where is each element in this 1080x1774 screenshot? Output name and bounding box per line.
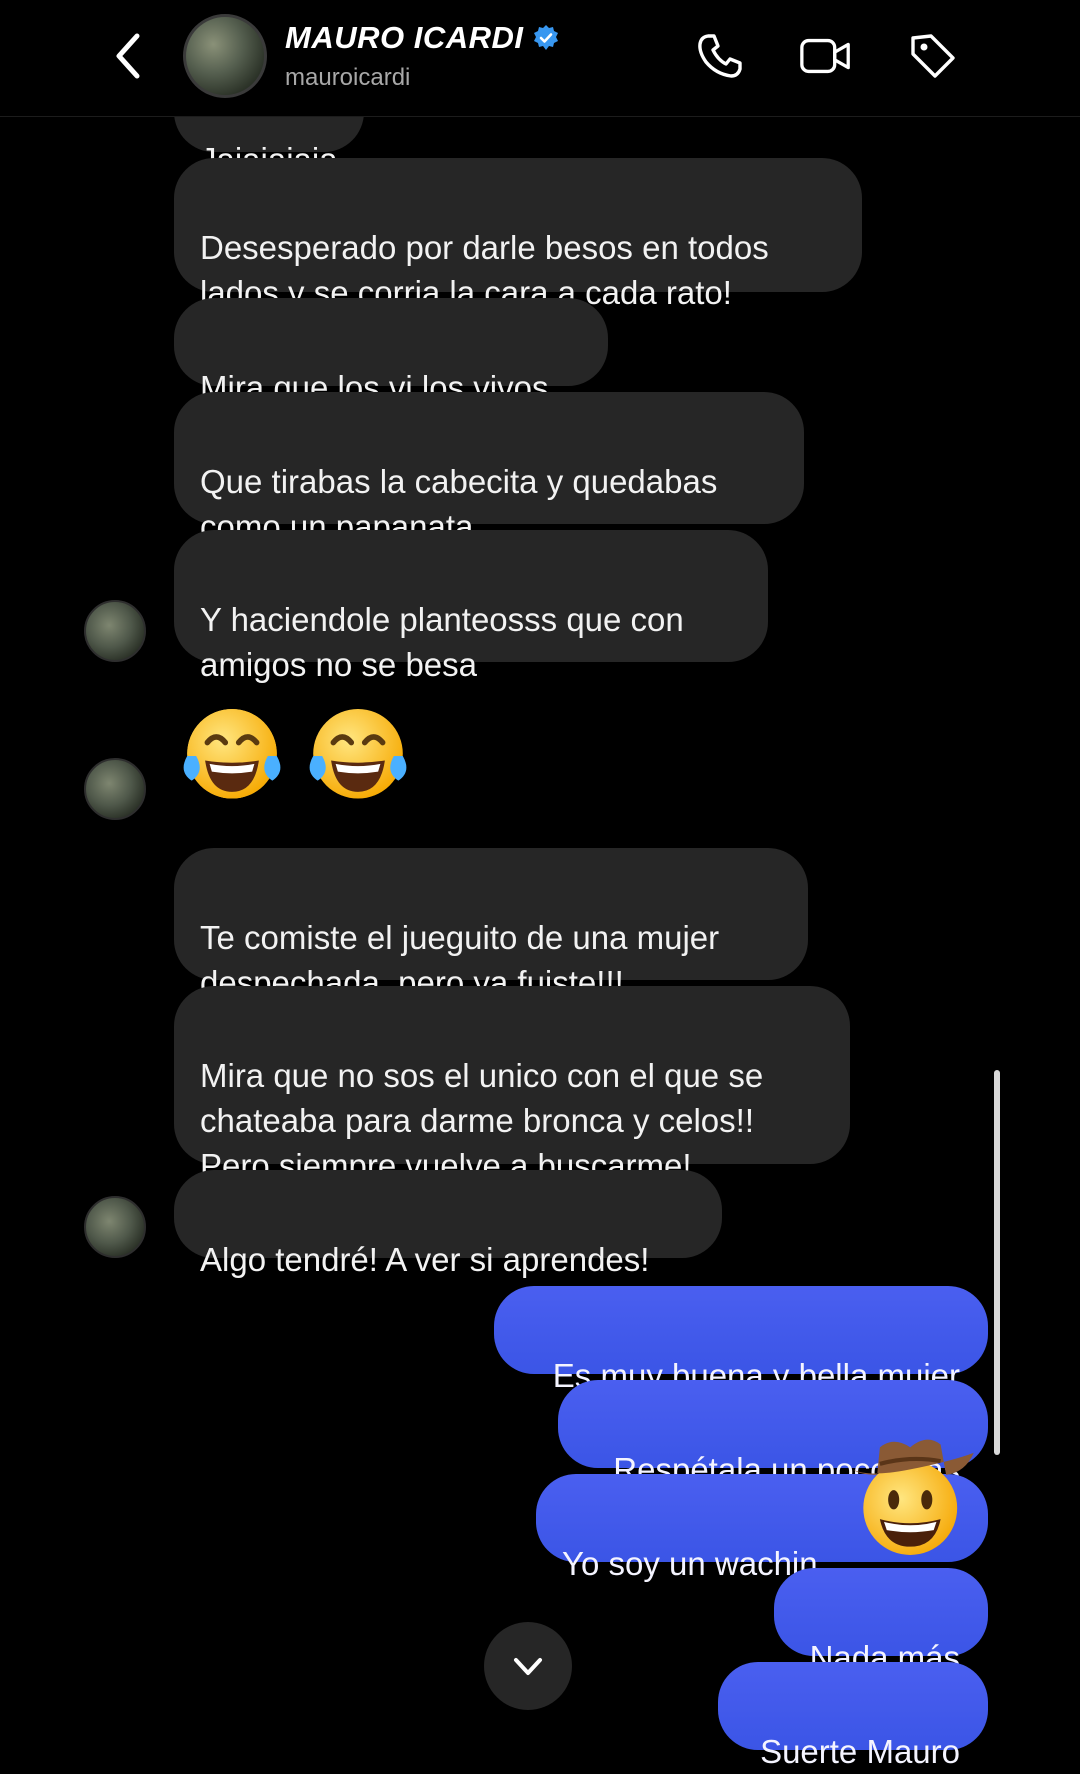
phone-icon (698, 34, 742, 78)
incoming-message[interactable]: Mira que los vi los vivos (174, 298, 608, 406)
message-text: Algo tendré! A ver si aprendes! (200, 1241, 650, 1278)
profile-avatar[interactable] (183, 14, 267, 98)
tag-button[interactable] (905, 28, 961, 84)
video-camera-icon (800, 38, 850, 74)
incoming-message[interactable]: Algo tendré! A ver si aprendes! (174, 1170, 722, 1278)
outgoing-message[interactable]: Nada más (774, 1568, 988, 1676)
tears-of-joy-icon (309, 708, 407, 799)
contact-username[interactable]: mauroicardi (285, 64, 410, 92)
incoming-message[interactable]: Que tirabas la cabecita y quedabas como … (174, 392, 804, 545)
scrollbar[interactable] (994, 1070, 1000, 1455)
outgoing-message[interactable]: Es muy buena y bella mujer (494, 1286, 988, 1394)
sender-avatar[interactable] (84, 758, 146, 820)
contact-name[interactable]: MAURO ICARDI (285, 20, 560, 56)
outgoing-message[interactable]: Suerte Mauro (718, 1662, 988, 1770)
contact-name-text: MAURO ICARDI (285, 20, 524, 55)
tears-of-joy-icon (183, 708, 281, 799)
back-button[interactable] (106, 28, 150, 84)
verified-badge-icon (533, 25, 558, 50)
chevron-down-icon (514, 1658, 542, 1675)
message-text: Suerte Mauro (760, 1733, 960, 1770)
tag-icon (911, 34, 955, 78)
message-text: Y haciendole planteosss que con amigos n… (200, 601, 684, 683)
message-text: Yo soy un wachin (562, 1545, 818, 1582)
message-text: Mira que no sos el unico con el que se c… (200, 1057, 764, 1184)
incoming-message[interactable]: Te comiste el jueguito de una mujer desp… (174, 848, 808, 1001)
chat-header: MAURO ICARDI mauroicardi (0, 0, 1080, 117)
scroll-to-bottom-button[interactable] (484, 1622, 572, 1710)
call-button[interactable] (692, 28, 748, 84)
incoming-message[interactable]: Desesperado por darle besos en todos lad… (174, 158, 862, 311)
cowboy-hat-face-icon (852, 1439, 974, 1555)
chevron-left-icon (116, 33, 140, 79)
sender-avatar[interactable] (84, 600, 146, 662)
message-thread: Jajajajaja Desesperado por darle besos e… (0, 0, 1080, 1770)
sender-avatar[interactable] (84, 1196, 146, 1258)
video-call-button[interactable] (798, 28, 854, 84)
emoji-message[interactable] (176, 700, 422, 820)
incoming-message[interactable]: Y haciendole planteosss que con amigos n… (174, 530, 768, 683)
incoming-message[interactable]: Mira que no sos el unico con el que se c… (174, 986, 850, 1184)
